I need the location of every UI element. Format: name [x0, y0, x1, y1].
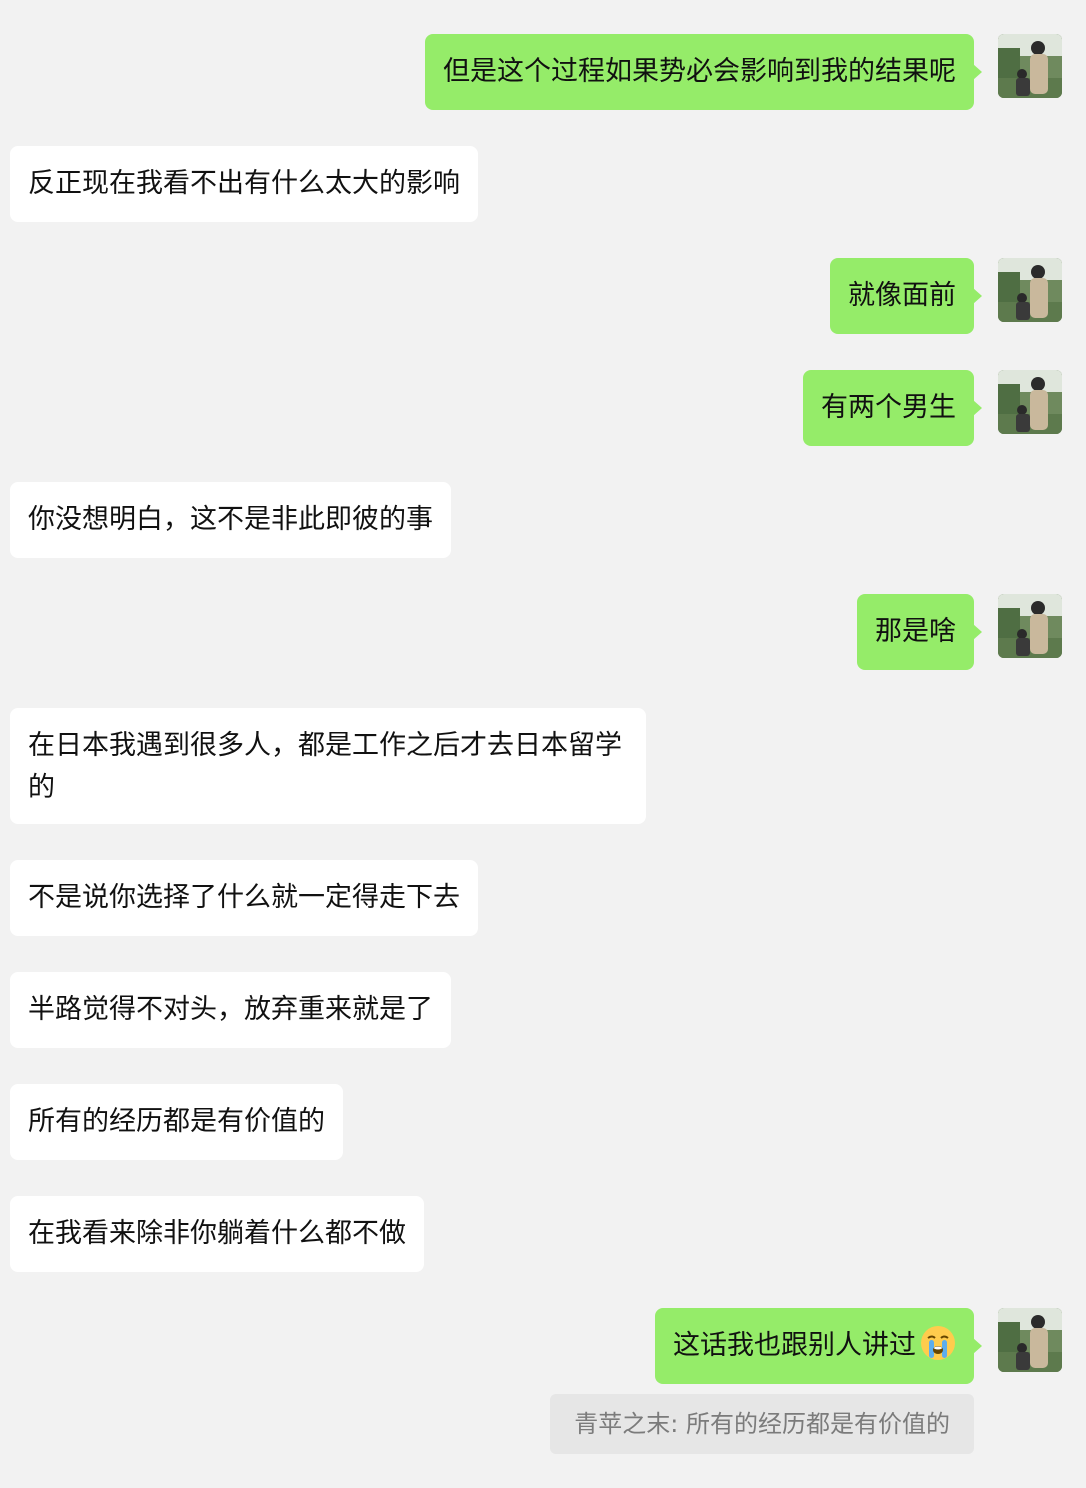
user-avatar[interactable] [998, 34, 1062, 98]
quoted-message[interactable]: 青苹之末: 所有的经历都是有价值的 [550, 1394, 974, 1454]
message-bubble-outgoing[interactable]: 这话我也跟别人讲过 [655, 1308, 982, 1384]
message-text: 这话我也跟别人讲过 [673, 1330, 916, 1361]
message-bubble-outgoing[interactable]: 那是啥 [857, 594, 982, 670]
message-bubble-incoming[interactable]: 反正现在我看不出有什么太大的影响 [10, 146, 478, 222]
avatar-photo-icon [998, 370, 1062, 434]
message-bubble-incoming[interactable]: 半路觉得不对头，放弃重来就是了 [10, 972, 451, 1048]
chat-window: 但是这个过程如果势必会影响到我的结果呢 反正现在我看不出有什么太大的影响 就像面… [0, 0, 1086, 1488]
message-bubble-outgoing[interactable]: 就像面前 [830, 258, 982, 334]
message-bubble-outgoing[interactable]: 有两个男生 [803, 370, 982, 446]
message-bubble-incoming[interactable]: 在我看来除非你躺着什么都不做 [10, 1196, 424, 1272]
avatar-photo-icon [998, 258, 1062, 322]
avatar-photo-icon [998, 594, 1062, 658]
user-avatar[interactable] [998, 258, 1062, 322]
crying-face-emoji-icon [920, 1325, 956, 1374]
message-bubble-outgoing[interactable]: 但是这个过程如果势必会影响到我的结果呢 [425, 34, 982, 110]
message-bubble-incoming[interactable]: 所有的经历都是有价值的 [10, 1084, 343, 1160]
user-avatar[interactable] [998, 1308, 1062, 1372]
message-bubble-incoming[interactable]: 不是说你选择了什么就一定得走下去 [10, 860, 478, 936]
avatar-photo-icon [998, 34, 1062, 98]
user-avatar[interactable] [998, 370, 1062, 434]
user-avatar[interactable] [998, 594, 1062, 658]
message-bubble-incoming[interactable]: 在日本我遇到很多人，都是工作之后才去日本留学的 [10, 708, 646, 824]
message-bubble-incoming[interactable]: 你没想明白，这不是非此即彼的事 [10, 482, 451, 558]
avatar-photo-icon [998, 1308, 1062, 1372]
